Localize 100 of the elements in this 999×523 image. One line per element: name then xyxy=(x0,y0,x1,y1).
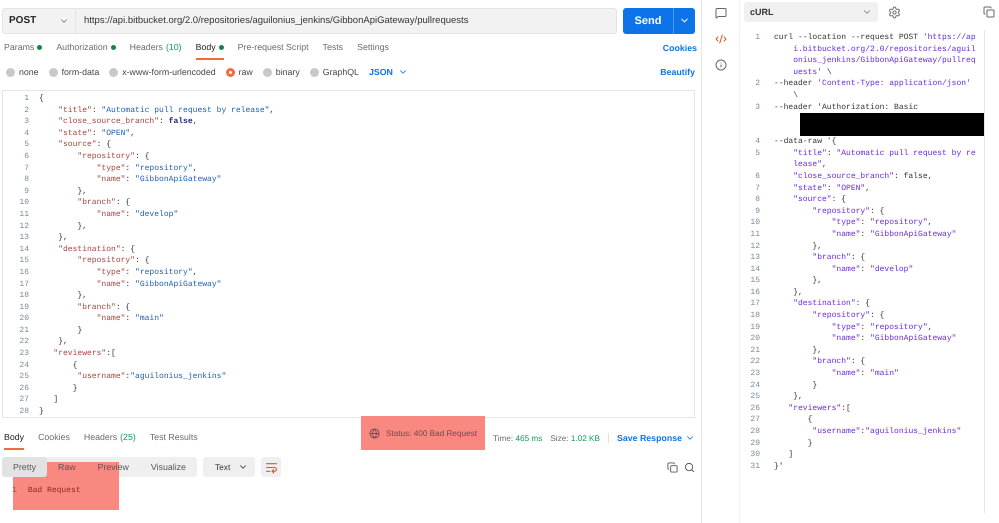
line-number: 25 xyxy=(18,371,30,383)
line-number: 2 xyxy=(754,78,760,90)
line-number: 3 xyxy=(754,102,760,114)
code-line: "type": "repository", xyxy=(830,217,934,229)
code-line: "branch": { xyxy=(811,252,866,264)
line-number: 10 xyxy=(18,197,30,209)
time-text: Time: 465 ms xyxy=(493,434,542,442)
wrap-lines-button[interactable] xyxy=(261,457,282,477)
request-tab[interactable]: Body xyxy=(196,36,224,60)
line-number: 7 xyxy=(754,182,760,194)
line-number: 20 xyxy=(18,313,30,325)
line-number: 4 xyxy=(23,128,30,140)
line-number: 1 xyxy=(754,32,760,44)
view-mode-tab[interactable]: Visualize xyxy=(140,457,197,477)
request-tab[interactable]: Settings xyxy=(357,36,389,60)
globe-icon xyxy=(368,428,380,438)
copy-icon[interactable] xyxy=(667,462,678,472)
line-number: 10 xyxy=(749,217,760,229)
code-line: ] xyxy=(52,394,58,406)
info-icon[interactable] xyxy=(714,59,726,71)
body-type-radio[interactable]: x-www-form-urlencoded xyxy=(109,67,216,77)
code-line: "close_source_branch": false, xyxy=(57,116,198,128)
line-number: 5 xyxy=(754,148,760,160)
response-tab[interactable]: Cookies xyxy=(38,426,70,450)
body-type-radio[interactable]: none xyxy=(6,67,39,77)
request-tab[interactable]: Tests xyxy=(322,36,344,60)
line-number: 27 xyxy=(749,414,760,426)
code-line: --header 'Authorization: Basic xyxy=(774,102,920,114)
body-type-radio[interactable]: GraphQL xyxy=(310,67,359,77)
save-response-button[interactable]: Save Response xyxy=(608,433,695,443)
line-number: 6 xyxy=(23,150,30,163)
request-tab[interactable]: Authorization xyxy=(56,36,116,60)
code-line: "name": "GibbonApiGateway" xyxy=(96,278,222,290)
language-dropdown[interactable]: cURL xyxy=(744,2,878,22)
line-number: 21 xyxy=(18,324,30,336)
format-dropdown[interactable]: JSON xyxy=(368,67,408,77)
code-line: } xyxy=(811,380,818,392)
line-number: 9 xyxy=(754,206,760,218)
line-number: 4 xyxy=(754,136,760,148)
code-line: "title": "Automatic pull request by release", xyxy=(792,148,977,171)
code-line: }, xyxy=(57,232,68,244)
code-line: "name": "GibbonApiGateway" xyxy=(830,333,958,345)
code-line: "repository": { xyxy=(811,310,886,322)
response-tab[interactable]: Test Results xyxy=(150,426,198,450)
code-line: }, xyxy=(792,286,804,298)
code-line: "close_source_branch": false, xyxy=(792,170,934,183)
code-line: } xyxy=(806,438,814,450)
line-number: 30 xyxy=(749,449,760,461)
code-icon[interactable] xyxy=(714,33,726,45)
request-tab[interactable]: Pre-request Script xyxy=(238,36,309,60)
code-line: curl --location --request POST 'https://api.bitbucket.org/2.0/repositories/aguilonius_jenkins/GibbonApiGateway/pullrequests' \ xyxy=(774,32,977,78)
line-number: 11 xyxy=(749,228,760,240)
settings-icon[interactable] xyxy=(888,6,901,18)
code-line: "branch": { xyxy=(811,356,866,368)
line-number: 13 xyxy=(18,232,30,244)
line-number: 1 xyxy=(23,93,30,105)
code-line: "name": "main" xyxy=(830,368,900,380)
view-mode-tab[interactable]: Raw xyxy=(46,457,87,477)
line-number: 31 xyxy=(749,460,760,472)
request-tab[interactable]: Headers (10) xyxy=(130,36,182,60)
view-mode-tab[interactable]: Pretty xyxy=(2,457,47,477)
code-line: "name": "GibbonApiGateway" xyxy=(830,228,958,240)
code-line: --header 'Content-Type: application/json' \ xyxy=(774,78,972,102)
response-tab[interactable]: Headers (25) xyxy=(84,426,136,450)
body-type-radio[interactable]: raw xyxy=(226,67,253,77)
line-number: 16 xyxy=(18,266,30,278)
line-number: 17 xyxy=(749,298,760,310)
comment-icon[interactable] xyxy=(714,7,726,19)
line-number: 11 xyxy=(18,208,30,221)
line-number: 3 xyxy=(23,116,30,128)
code-line: "username":"aguilonius_jenkins" xyxy=(811,426,962,438)
body-type-radio[interactable]: binary xyxy=(262,67,300,77)
body-type-radio[interactable]: form-data xyxy=(48,67,100,77)
code-line: "destination": { xyxy=(57,244,136,256)
search-icon[interactable] xyxy=(684,462,695,472)
line-number: 24 xyxy=(749,380,760,392)
line-number: 28 xyxy=(749,426,760,438)
line-number: 19 xyxy=(749,322,760,334)
method-dropdown[interactable]: POST xyxy=(2,8,76,34)
line-number: 13 xyxy=(749,252,760,264)
format-dropdown[interactable]: Text xyxy=(202,457,256,477)
line-number: 14 xyxy=(18,244,30,256)
send-button[interactable]: Send xyxy=(623,8,695,34)
beautify-link[interactable]: Beautify xyxy=(660,67,695,77)
line-number: 12 xyxy=(18,220,30,232)
url-field[interactable]: https://api.bitbucket.org/2.0/repositories/aguilonius_jenkins/GibbonApiGateway/pullrequests xyxy=(76,8,617,34)
code-line: "repository": { xyxy=(811,206,886,218)
copy-icon[interactable] xyxy=(983,6,995,18)
code-line: "branch": { xyxy=(76,302,130,314)
code-line: "type": "repository", xyxy=(96,266,198,278)
code-line: { xyxy=(806,414,814,426)
code-line: { xyxy=(72,360,78,372)
response-tab[interactable]: Body xyxy=(4,426,24,450)
wrap-icon xyxy=(264,460,278,474)
line-number: 26 xyxy=(18,382,30,394)
request-tab[interactable]: Params xyxy=(4,36,42,60)
line-number: 8 xyxy=(23,174,30,186)
code-line: "username":"aguilonius_jenkins" xyxy=(76,371,226,383)
cookies-link[interactable]: Cookies xyxy=(662,43,697,53)
line-number: 6 xyxy=(754,170,760,183)
